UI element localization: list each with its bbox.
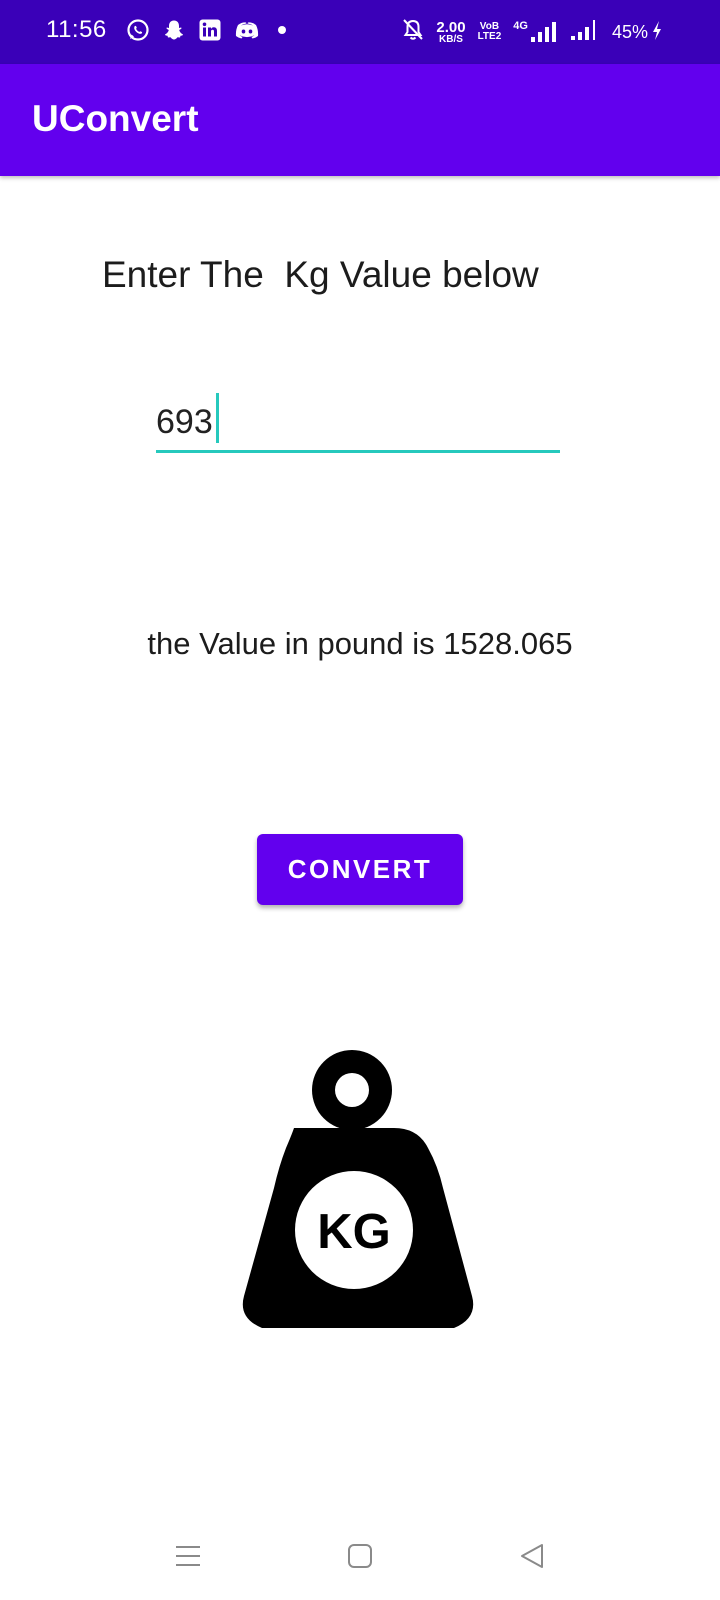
result-text: the Value in pound is 1528.065 xyxy=(147,626,573,661)
network-type: 4G xyxy=(513,20,528,32)
text-caret xyxy=(216,393,219,443)
system-icons: 2.00 KB/S VoB LTE2 4G 45% xyxy=(402,16,664,48)
convert-button[interactable]: CONVERT xyxy=(257,834,463,905)
whatsapp-icon xyxy=(126,18,150,47)
net-speed-unit: KB/S xyxy=(439,33,463,45)
notification-icons xyxy=(126,18,292,46)
signal-icon xyxy=(570,18,600,47)
app-title: UConvert xyxy=(32,98,199,139)
snapchat-icon xyxy=(162,18,186,47)
charging-icon xyxy=(650,18,664,47)
home-icon[interactable] xyxy=(340,1536,380,1576)
net-speed: 2.00 KB/S xyxy=(436,20,465,45)
linkedin-icon xyxy=(198,18,222,47)
menu-icon[interactable] xyxy=(168,1536,208,1576)
net-speed-value: 2.00 xyxy=(436,18,466,36)
discord-icon xyxy=(234,18,260,47)
app-bar: UConvert xyxy=(0,64,720,176)
nav-bar xyxy=(0,1520,720,1592)
volte-bottom: LTE2 xyxy=(477,31,502,42)
kg-prompt-label: Enter The Kg Value below xyxy=(102,254,539,295)
screen: 11:56 2.00 KB/S VoB LTE2 4G 45% UConvert… xyxy=(0,0,720,1600)
mute-bell-icon xyxy=(402,18,424,47)
status-time: 11:56 xyxy=(46,16,107,43)
signal-icon: 4G xyxy=(513,20,558,44)
dot-icon xyxy=(272,18,292,47)
volte-badge: VoB LTE2 xyxy=(478,22,502,42)
kg-weight-label: KG xyxy=(317,1205,391,1259)
kg-weight-icon: KG xyxy=(242,1050,474,1328)
status-bar: 11:56 2.00 KB/S VoB LTE2 4G 45% xyxy=(0,0,720,64)
battery-level: 45% xyxy=(611,21,648,42)
back-icon[interactable] xyxy=(512,1536,552,1576)
